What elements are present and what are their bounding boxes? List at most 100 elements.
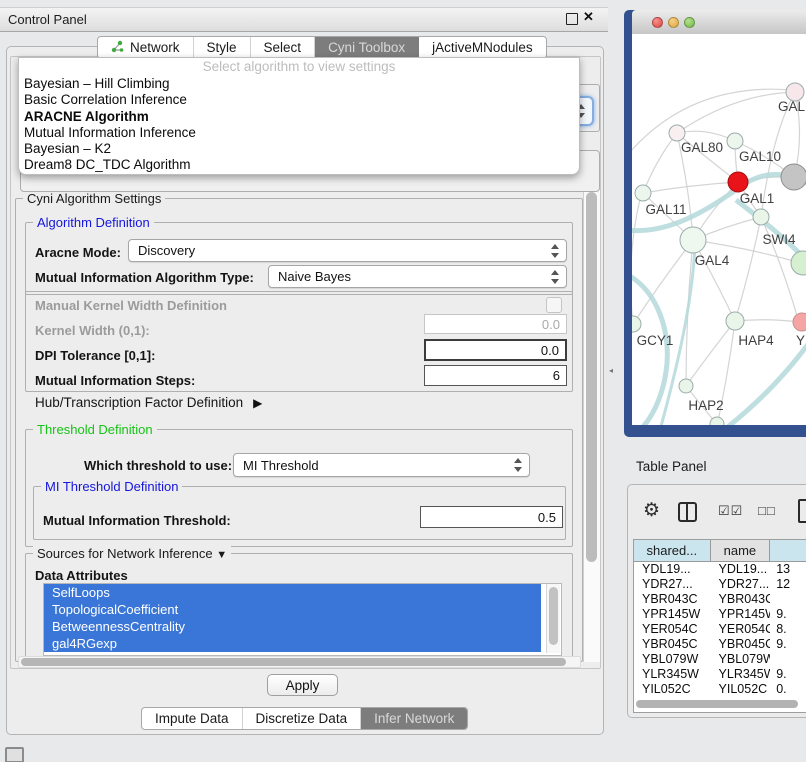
tab-jactivemnodules[interactable]: jActiveMNodules [419,37,546,58]
network-view-window[interactable]: GALGAL80GAL10GAL1GAL11SWI4GAL4GCY1HAP4YH… [624,10,806,437]
network-edge [735,217,761,321]
scrollbar-thumb[interactable] [549,587,558,645]
table-row[interactable]: YBR043CYBR043C [634,592,806,607]
tab-style[interactable]: Style [194,37,251,58]
gear-icon[interactable]: ⚙ [643,499,660,522]
table-row[interactable]: YLR345WYLR345W9. [634,667,806,682]
network-edge [686,321,735,386]
settings-vertical-scrollbar[interactable] [583,190,600,662]
kernel-width-label: Kernel Width (0,1): [35,323,150,338]
table-cell: YBR045C [634,637,711,652]
group-legend: Cyni Algorithm Settings [23,191,165,206]
minimize-traffic-light-icon[interactable] [668,17,679,28]
algorithm-option-aracne-algorithm[interactable]: ARACNE Algorithm [19,109,579,125]
mi-algorithm-type-select[interactable]: Naive Bayes [268,265,567,288]
node-gal1[interactable] [728,172,748,192]
scrollbar-thumb[interactable] [586,192,597,562]
tab-discretize-data[interactable]: Discretize Data [243,708,362,729]
node-swi4[interactable] [791,251,806,275]
float-window-icon[interactable] [566,13,578,25]
tab-infer-network[interactable]: Infer Network [361,708,467,729]
tab-impute-data[interactable]: Impute Data [142,708,243,729]
mi-steps-field[interactable]: 6 [424,365,567,386]
network-graph: GALGAL80GAL10GAL1GAL11SWI4GAL4GCY1HAP4YH… [632,34,806,425]
tab-label: Select [264,40,302,55]
list-vertical-scrollbar[interactable] [546,584,560,653]
tab-network[interactable]: Network [98,37,194,58]
minimized-panel-icon[interactable] [5,747,24,762]
table-body: YDL19...YDL19...13YDR27...YDR27...12YBR0… [634,562,806,696]
network-window-titlebar[interactable] [632,10,806,35]
column-header-shared-[interactable]: shared... [634,540,711,562]
node-label: GAL11 [645,202,686,217]
node-unlabeled[interactable] [753,209,769,225]
node-label: GAL4 [695,253,730,268]
table-row[interactable]: YER054CYER054C8. [634,622,806,637]
dropdown-items: Bayesian – Hill ClimbingBasic Correlatio… [19,76,579,174]
table-row[interactable]: YBR045CYBR045C9. [634,637,806,652]
tab-cyni-toolbox[interactable]: Cyni Toolbox [315,37,419,58]
manual-kernel-checkbox[interactable] [546,297,562,313]
node-label: GAL1 [740,191,775,206]
node-gal10[interactable] [727,133,743,149]
sources-legend-text: Sources for Network Inference [37,546,213,561]
network-canvas[interactable]: GALGAL80GAL10GAL1GAL11SWI4GAL4GCY1HAP4YH… [632,34,806,425]
node-hap2[interactable] [679,379,693,393]
table-row[interactable]: YIL052CYIL052C0. [634,682,806,696]
table-row[interactable]: YDR27...YDR27...12 [634,577,806,592]
scrollbar-thumb[interactable] [636,700,798,708]
algorithm-option-mutual-information-inference[interactable]: Mutual Information Inference [19,125,579,141]
table-horizontal-scrollbar[interactable] [636,699,806,710]
algorithm-option-basic-correlation-inference[interactable]: Basic Correlation Inference [19,92,579,108]
aracne-mode-select[interactable]: Discovery [128,239,567,262]
attribute-item-topologicalcoefficient[interactable]: TopologicalCoefficient [44,601,541,618]
node-gcy1[interactable] [632,316,641,332]
table-row[interactable]: YPR145WYPR145W9. [634,607,806,622]
tab-select[interactable]: Select [251,37,316,58]
node-gal80[interactable] [669,125,685,141]
data-attributes-label: Data Attributes [35,568,128,583]
node-gal11[interactable] [635,185,651,201]
table-cell: YPR145W [634,607,711,622]
table-row[interactable]: YDL19...YDL19...13 [634,562,806,577]
attribute-item-selfloops[interactable]: SelfLoops [44,584,541,601]
attribute-item-gal4rgexp[interactable]: gal4RGexp [44,635,541,652]
algorithm-option-bayesian-k2[interactable]: Bayesian – K2 [19,141,579,157]
algorithm-option-dream8-dc-tdc-algorithm[interactable]: Dream8 DC_TDC Algorithm [19,157,579,173]
kernel-width-field[interactable]: 0.0 [424,314,567,334]
select-all-icon[interactable]: ☑☑ [718,503,743,519]
hub-expander[interactable]: Hub/Transcription Factor Definition ▶ [35,395,262,410]
tab-label: Network [130,40,180,55]
data-attributes-list[interactable]: SelfLoopsTopologicalCoefficientBetweenne… [43,583,562,656]
tab-label: Discretize Data [256,711,348,726]
node-hap4[interactable] [726,312,744,330]
collapse-down-icon[interactable]: ▼ [216,549,227,561]
zoom-traffic-light-icon[interactable] [684,17,695,28]
node-y[interactable] [793,313,806,331]
mi-threshold-field[interactable]: 0.5 [420,506,563,528]
column-header-name[interactable]: name [711,540,771,562]
unselect-all-icon[interactable]: □□ [758,503,776,518]
table-panel-title: Table Panel [636,459,707,474]
splitter-collapse-icon[interactable]: ◂ [609,366,613,375]
column-header-clipped[interactable] [770,540,806,562]
cyni-bottom-tab-bar: Impute Data Discretize Data Infer Network [141,707,468,730]
node-gal4[interactable] [680,227,706,253]
dpi-tolerance-field[interactable]: 0.0 [424,339,567,361]
close-traffic-light-icon[interactable] [652,17,663,28]
expand-right-icon: ▶ [253,396,262,410]
attribute-item-betweennesscentrality[interactable]: BetweennessCentrality [44,618,541,635]
file-icon[interactable] [798,499,806,523]
horizontal-scrollbar[interactable] [18,656,581,668]
mi-steps-label: Mutual Information Steps: [35,373,195,388]
node-unlabeled[interactable] [781,164,806,190]
close-icon[interactable]: ✕ [583,9,594,25]
apply-button[interactable]: Apply [267,674,338,696]
columns-icon[interactable] [678,502,697,522]
which-threshold-select[interactable]: MI Threshold [233,453,530,477]
table-row[interactable]: YBL079WYBL079W [634,652,806,667]
table-cell: YBR043C [634,592,711,607]
algorithm-option-bayesian-hill-climbing[interactable]: Bayesian – Hill Climbing [19,76,579,92]
which-threshold-value: MI Threshold [243,458,319,473]
scrollbar-thumb[interactable] [21,658,566,666]
